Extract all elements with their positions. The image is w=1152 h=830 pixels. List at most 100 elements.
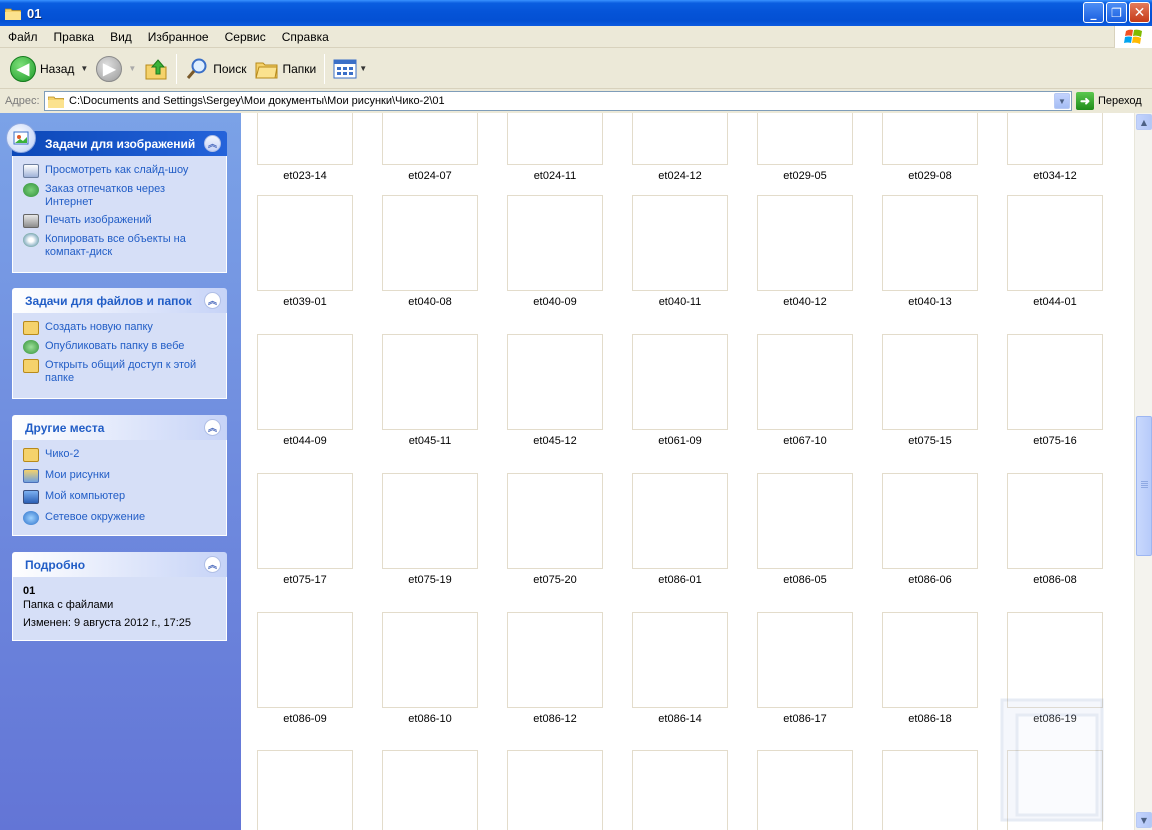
- maximize-button[interactable]: ❐: [1106, 2, 1127, 23]
- collapse-icon[interactable]: ︽: [204, 419, 221, 436]
- image-thumbnail[interactable]: et039-01: [257, 195, 353, 308]
- image-thumbnail[interactable]: et024-11: [507, 113, 603, 182]
- image-thumbnail[interactable]: et075-17: [257, 473, 353, 586]
- scroll-down-icon[interactable]: ▼: [1136, 812, 1152, 828]
- thumbnail-filename: et029-08: [908, 170, 952, 182]
- image-thumbnail[interactable]: et086-08: [1007, 473, 1103, 586]
- image-thumbnail[interactable]: et086-05: [757, 473, 853, 586]
- image-thumbnail[interactable]: et044-01: [1007, 195, 1103, 308]
- image-thumbnail[interactable]: [757, 750, 853, 830]
- image-thumbnail[interactable]: et024-12: [632, 113, 728, 182]
- thumbnail-filename: et044-09: [283, 435, 327, 447]
- file-tasks-header[interactable]: Задачи для файлов и папок ︽: [12, 288, 227, 313]
- thumbnail-frame: [1007, 473, 1103, 569]
- image-thumbnail[interactable]: et075-20: [507, 473, 603, 586]
- image-thumbnail[interactable]: et075-15: [882, 334, 978, 447]
- image-thumbnail[interactable]: et086-14: [632, 612, 728, 725]
- image-thumbnail[interactable]: et040-12: [757, 195, 853, 308]
- image-thumbnail[interactable]: et086-12: [507, 612, 603, 725]
- collapse-icon[interactable]: ︽: [204, 135, 221, 152]
- image-thumbnail[interactable]: et040-11: [632, 195, 728, 308]
- photo-preview: [393, 113, 467, 163]
- back-dropdown-icon[interactable]: ▼: [80, 64, 88, 73]
- image-thumbnail[interactable]: et034-12: [1007, 113, 1103, 182]
- image-thumbnail[interactable]: et086-17: [757, 612, 853, 725]
- up-button[interactable]: [140, 53, 172, 85]
- image-thumbnail[interactable]: [882, 750, 978, 830]
- image-thumbnail[interactable]: et045-12: [507, 334, 603, 447]
- my-pictures-icon: [23, 469, 39, 483]
- menu-tools[interactable]: Сервис: [217, 30, 274, 44]
- task-slideshow[interactable]: Просмотреть как слайд-шоу: [23, 164, 216, 178]
- address-input[interactable]: C:\Documents and Settings\Sergey\Мои док…: [44, 91, 1072, 111]
- image-thumbnail[interactable]: [632, 750, 728, 830]
- image-thumbnail[interactable]: et075-16: [1007, 334, 1103, 447]
- image-tasks-header[interactable]: Задачи для изображений ︽: [6, 123, 227, 156]
- go-button[interactable]: ➜ Переход: [1076, 92, 1142, 110]
- image-thumbnail[interactable]: [382, 750, 478, 830]
- task-copy-to-cd[interactable]: Копировать все объекты на компакт-диск: [23, 233, 216, 259]
- image-thumbnail[interactable]: et040-09: [507, 195, 603, 308]
- details-header[interactable]: Подробно ︽: [12, 552, 227, 577]
- vertical-scrollbar[interactable]: ▲ ▼: [1134, 113, 1152, 830]
- forward-dropdown-icon[interactable]: ▼: [128, 64, 136, 73]
- menu-help[interactable]: Справка: [274, 30, 337, 44]
- photo-preview: [893, 336, 967, 428]
- thumbnail-filename: et086-10: [408, 713, 452, 725]
- image-thumbnail[interactable]: et045-11: [382, 334, 478, 447]
- scroll-thumb[interactable]: [1136, 416, 1152, 556]
- image-thumbnail[interactable]: et086-06: [882, 473, 978, 586]
- image-thumbnail[interactable]: et044-09: [257, 334, 353, 447]
- image-thumbnail[interactable]: [257, 750, 353, 830]
- place-chico-2[interactable]: Чико-2: [23, 448, 216, 462]
- menu-favorites[interactable]: Избранное: [140, 30, 217, 44]
- address-label: Адрес:: [5, 95, 40, 107]
- image-thumbnail[interactable]: et040-13: [882, 195, 978, 308]
- menu-file[interactable]: Файл: [0, 30, 46, 44]
- image-thumbnail[interactable]: et086-10: [382, 612, 478, 725]
- address-dropdown-icon[interactable]: ▼: [1054, 93, 1070, 109]
- views-dropdown-icon[interactable]: ▼: [359, 64, 367, 73]
- task-publish-web[interactable]: Опубликовать папку в вебе: [23, 340, 216, 354]
- folder-watermark-icon: [992, 690, 1122, 830]
- collapse-icon[interactable]: ︽: [204, 556, 221, 573]
- image-thumbnail[interactable]: et086-09: [257, 612, 353, 725]
- search-button[interactable]: Поиск: [181, 53, 250, 85]
- scroll-up-icon[interactable]: ▲: [1136, 114, 1152, 130]
- task-new-folder[interactable]: Создать новую папку: [23, 321, 216, 335]
- views-button[interactable]: ▼: [329, 53, 371, 85]
- back-arrow-icon: ◀: [10, 55, 36, 82]
- menu-view[interactable]: Вид: [102, 30, 140, 44]
- image-thumbnail[interactable]: et086-18: [882, 612, 978, 725]
- place-network[interactable]: Сетевое окружение: [23, 511, 216, 525]
- image-thumbnail[interactable]: et061-09: [632, 334, 728, 447]
- menu-edit[interactable]: Правка: [46, 30, 103, 44]
- other-places-header[interactable]: Другие места ︽: [12, 415, 227, 440]
- task-share-folder[interactable]: Открыть общий доступ к этой папке: [23, 359, 216, 385]
- image-tasks-title: Задачи для изображений: [45, 136, 196, 151]
- place-my-pictures[interactable]: Мои рисунки: [23, 469, 216, 483]
- task-print[interactable]: Печать изображений: [23, 214, 216, 228]
- thumbnail-frame: [632, 473, 728, 569]
- image-thumbnail[interactable]: et067-10: [757, 334, 853, 447]
- image-thumbnail[interactable]: et029-05: [757, 113, 853, 182]
- collapse-icon[interactable]: ︽: [204, 292, 221, 309]
- forward-button[interactable]: ▶ ▼: [92, 53, 140, 85]
- image-thumbnail[interactable]: [507, 750, 603, 830]
- place-my-computer[interactable]: Мой компьютер: [23, 490, 216, 504]
- image-thumbnail[interactable]: et075-19: [382, 473, 478, 586]
- image-thumbnail[interactable]: et023-14: [257, 113, 353, 182]
- photo-preview: [1018, 113, 1092, 163]
- minimize-button[interactable]: _: [1083, 2, 1104, 23]
- photo-preview: [268, 197, 342, 289]
- photo-preview: [643, 336, 717, 428]
- back-button[interactable]: ◀ Назад ▼: [6, 53, 92, 85]
- image-thumbnail[interactable]: et086-01: [632, 473, 728, 586]
- close-button[interactable]: ✕: [1129, 2, 1150, 23]
- task-order-prints[interactable]: Заказ отпечатков через Интернет: [23, 183, 216, 209]
- task-label: Заказ отпечатков через Интернет: [45, 183, 166, 208]
- image-thumbnail[interactable]: et024-07: [382, 113, 478, 182]
- image-thumbnail[interactable]: et029-08: [882, 113, 978, 182]
- folders-button[interactable]: Папки: [251, 53, 321, 85]
- image-thumbnail[interactable]: et040-08: [382, 195, 478, 308]
